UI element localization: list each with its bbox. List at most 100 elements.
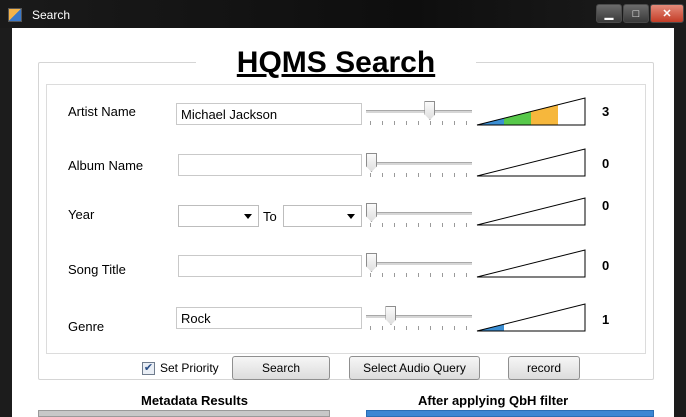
- set-priority-checkbox[interactable]: ✔: [142, 362, 155, 375]
- year-label: Year: [68, 207, 95, 222]
- slider-tick: [394, 121, 395, 125]
- album-name-input[interactable]: [178, 154, 362, 176]
- chevron-down-icon: [244, 214, 252, 219]
- slider-tick: [394, 326, 395, 330]
- qbh-results-list[interactable]: [366, 410, 654, 417]
- year-priority-slider[interactable]: [366, 200, 472, 230]
- level-segment: [504, 317, 531, 331]
- slider-tick: [418, 273, 419, 277]
- genre-label: Genre: [68, 319, 105, 334]
- slider-tick: [394, 273, 395, 277]
- slider-tick: [370, 326, 371, 330]
- slider-tick: [406, 326, 407, 330]
- slider-tick: [454, 223, 455, 227]
- level-segment: [531, 104, 558, 125]
- metadata-results-title: Metadata Results: [141, 393, 248, 408]
- slider-thumb[interactable]: [366, 253, 377, 272]
- song-priority-slider[interactable]: [366, 250, 472, 280]
- slider-tick: [418, 326, 419, 330]
- qbh-filter-title: After applying QbH filter: [418, 393, 569, 408]
- slider-track: [366, 262, 472, 265]
- slider-tick: [430, 326, 431, 330]
- slider-thumb[interactable]: [385, 306, 397, 325]
- set-priority-label: Set Priority: [160, 361, 219, 375]
- album-level-value: 0: [602, 156, 610, 171]
- checkmark-icon: ✔: [143, 362, 154, 374]
- slider-tick: [466, 326, 467, 330]
- slider-thumb[interactable]: [366, 203, 377, 222]
- slider-tick: [394, 223, 395, 227]
- slider-tick: [466, 273, 467, 277]
- slider-tick: [442, 121, 443, 125]
- slider-tick: [406, 173, 407, 177]
- record-button[interactable]: record: [508, 356, 580, 380]
- metadata-results-list[interactable]: [38, 410, 330, 417]
- slider-tick: [370, 273, 371, 277]
- select-audio-query-button[interactable]: Select Audio Query: [349, 356, 480, 380]
- slider-track: [366, 110, 472, 113]
- slider-tick: [382, 223, 383, 227]
- artist-name-input[interactable]: Michael Jackson: [176, 103, 362, 125]
- slider-tick: [466, 223, 467, 227]
- slider-tick: [418, 223, 419, 227]
- close-icon: ✕: [662, 8, 672, 20]
- slider-tick: [382, 173, 383, 177]
- level-segment: [531, 256, 558, 277]
- slider-tick: [454, 173, 455, 177]
- slider-tick: [442, 273, 443, 277]
- slider-tick: [382, 326, 383, 330]
- genre-level-value: 1: [602, 312, 610, 327]
- maximize-button[interactable]: □: [623, 4, 649, 23]
- slider-tick: [370, 173, 371, 177]
- slider-tick: [442, 326, 443, 330]
- slider-tick: [418, 121, 419, 125]
- level-segment: [504, 162, 531, 176]
- slider-tick: [466, 121, 467, 125]
- title-bar: Search ▁ □ ✕: [0, 0, 686, 28]
- level-segment: [531, 155, 558, 176]
- album-name-label: Album Name: [68, 158, 144, 173]
- year-to-select[interactable]: [283, 205, 362, 227]
- artist-name-label: Artist Name: [68, 104, 136, 119]
- page-title: HQMS Search: [196, 44, 476, 82]
- slider-tick: [370, 223, 371, 227]
- slider-tick: [430, 223, 431, 227]
- slider-tick: [454, 121, 455, 125]
- chevron-down-icon: [347, 214, 355, 219]
- year-level-graph: [476, 197, 586, 226]
- slider-track: [366, 315, 472, 318]
- genre-priority-slider[interactable]: [366, 303, 472, 333]
- year-from-select[interactable]: [178, 205, 259, 227]
- slider-tick: [454, 273, 455, 277]
- level-segment: [531, 204, 558, 225]
- slider-tick: [406, 273, 407, 277]
- slider-track: [366, 162, 472, 165]
- window-border-right: [674, 28, 686, 417]
- search-button[interactable]: Search: [232, 356, 330, 380]
- slider-tick: [430, 121, 431, 125]
- slider-track: [366, 212, 472, 215]
- artist-priority-slider[interactable]: [366, 98, 472, 128]
- song-level-value: 0: [602, 258, 610, 273]
- slider-tick: [406, 121, 407, 125]
- song-title-input[interactable]: [178, 255, 362, 277]
- album-priority-slider[interactable]: [366, 150, 472, 180]
- close-button[interactable]: ✕: [650, 4, 684, 23]
- slider-tick: [382, 273, 383, 277]
- slider-thumb[interactable]: [424, 101, 436, 120]
- slider-tick: [466, 173, 467, 177]
- album-level-graph: [476, 148, 586, 177]
- slider-tick: [418, 173, 419, 177]
- artist-level-value: 3: [602, 104, 610, 119]
- year-level-value: 0: [602, 198, 610, 213]
- slider-tick: [430, 273, 431, 277]
- slider-thumb[interactable]: [366, 153, 377, 172]
- minimize-icon: ▁: [604, 8, 614, 20]
- level-segment: [531, 310, 558, 331]
- artist-level-graph: [476, 97, 586, 126]
- slider-tick: [382, 121, 383, 125]
- app-icon: [8, 8, 22, 22]
- slider-tick: [442, 173, 443, 177]
- minimize-button[interactable]: ▁: [596, 4, 622, 23]
- genre-input[interactable]: Rock: [176, 307, 362, 329]
